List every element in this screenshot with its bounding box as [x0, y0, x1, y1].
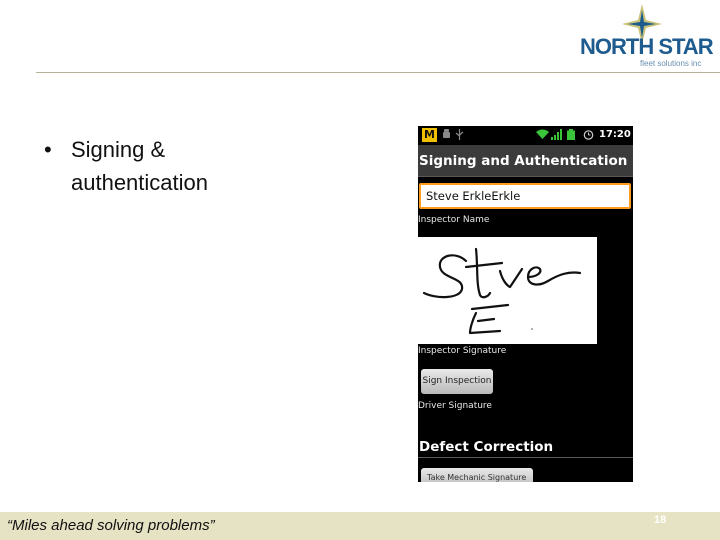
mechanic-signature-button[interactable]: Take Mechanic Signature: [421, 468, 533, 482]
android-icon: [443, 129, 450, 138]
bullet-text: Signing & authentication: [71, 137, 208, 195]
driver-signature-label: Driver Signature: [418, 401, 492, 411]
signature-drawing: [422, 247, 582, 335]
wifi-icon: [536, 129, 549, 139]
defect-correction-title: Defect Correction: [418, 436, 633, 458]
page-number: 18: [654, 514, 667, 526]
usb-icon: [455, 129, 464, 140]
sign-inspection-button[interactable]: Sign Inspection: [421, 369, 493, 394]
screen-title: Signing and Authentication: [418, 145, 633, 177]
alarm-icon: [583, 130, 594, 140]
footer-tagline: “Miles ahead solving problems”: [7, 517, 215, 534]
north-star-logo: NORTH STAR fleet solutions inc: [578, 4, 714, 72]
footer-bar: “Miles ahead solving problems” 18: [0, 512, 720, 540]
status-time: 17:20: [599, 129, 631, 140]
inspector-signature-pad[interactable]: [418, 237, 597, 344]
logo-subtitle: fleet solutions inc: [640, 59, 702, 68]
phone-screenshot: M 17:20 Signing and Authentication Steve…: [418, 126, 633, 482]
inspector-name-input[interactable]: Steve ErkleErkle: [419, 183, 631, 209]
status-bar: M 17:20: [418, 126, 633, 144]
header-divider: [36, 72, 720, 73]
inspector-signature-label: Inspector Signature: [418, 346, 507, 356]
inspector-name-label: Inspector Name: [418, 215, 490, 225]
signal-icon: [551, 129, 562, 140]
app-notification-icon: M: [422, 128, 437, 142]
logo-wordmark: NORTH STAR: [580, 34, 714, 59]
battery-icon: [567, 129, 575, 140]
bullet-marker: •: [44, 137, 52, 162]
